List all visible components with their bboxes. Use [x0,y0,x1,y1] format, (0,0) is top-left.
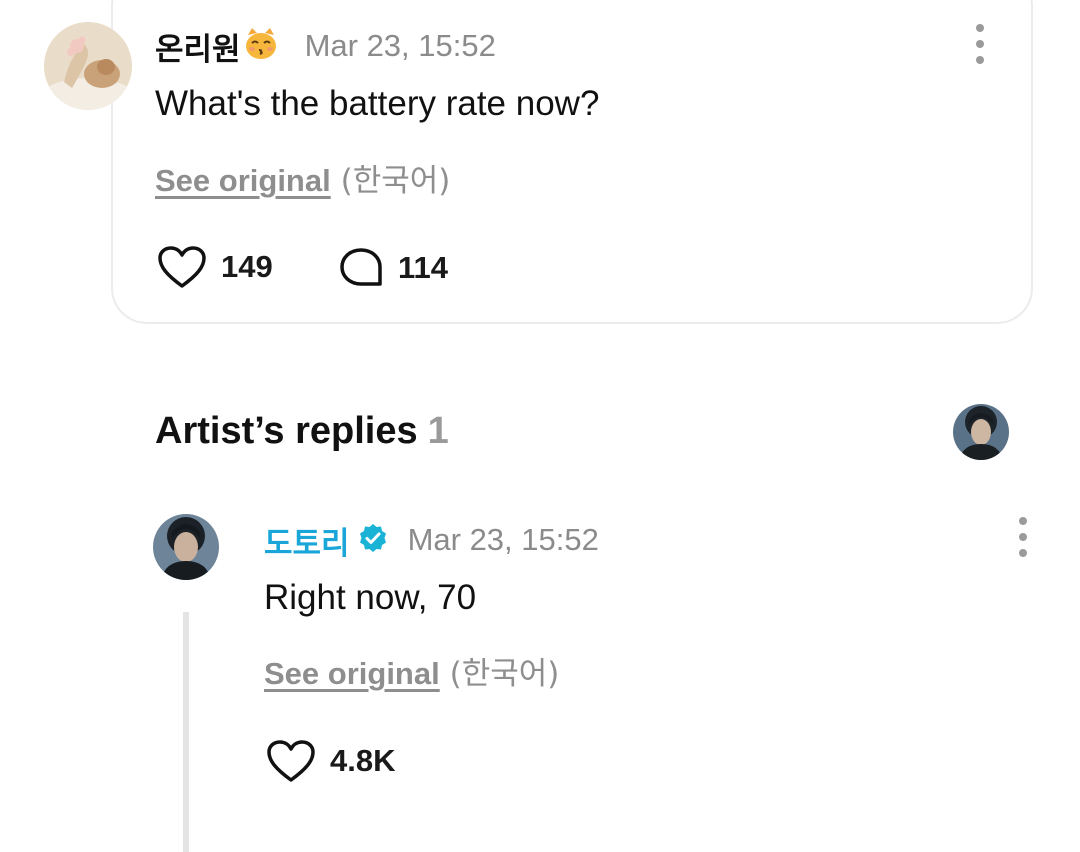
reply-more-options-icon[interactable] [1013,517,1033,557]
heart-icon [158,246,206,288]
artist-replies-heading: Artist’s replies 1 [155,410,449,453]
artist-avatar[interactable] [153,514,219,580]
comment-like-button[interactable]: 149 [157,245,273,289]
reply-translation-line: See original (한국어) [264,648,559,693]
kissing-cat-icon [243,26,279,67]
heart-icon [267,740,315,782]
artist-replies-count: 1 [427,410,449,452]
comment-reply-count: 114 [398,250,449,285]
speech-bubble-icon [340,248,382,286]
comment-see-original-link[interactable]: See original [155,163,331,198]
reply-text: Right now, 70 [264,578,477,617]
comment-reply-button[interactable]: 114 [338,246,448,290]
comment-header: 온리원 Mar 23, 15:52 [155,24,496,68]
verified-badge-icon [358,523,388,558]
comment-timestamp: Mar 23, 15:52 [304,28,496,63]
reply-timestamp: Mar 23, 15:52 [407,522,599,557]
artist-username[interactable]: 도토리 [264,518,350,563]
artist-header-avatar[interactable] [953,404,1009,460]
comment-text: What's the battery rate now? [155,84,600,123]
comment-original-language: (한국어) [340,163,451,199]
reply-like-count: 4.8K [330,743,396,778]
comment-translation-line: See original (한국어) [155,155,450,200]
reply-original-language: (한국어) [449,656,560,692]
commenter-avatar[interactable] [44,22,132,110]
artist-replies-title: Artist’s replies [155,410,418,452]
commenter-username[interactable]: 온리원 [155,24,241,69]
reply-thread-line [183,612,189,852]
comment-like-count: 149 [221,249,273,284]
comment-more-options-icon[interactable] [970,24,990,64]
reply-header: 도토리 Mar 23, 15:52 [264,518,599,562]
reply-like-button[interactable]: 4.8K [266,739,395,783]
reply-see-original-link[interactable]: See original [264,656,440,691]
